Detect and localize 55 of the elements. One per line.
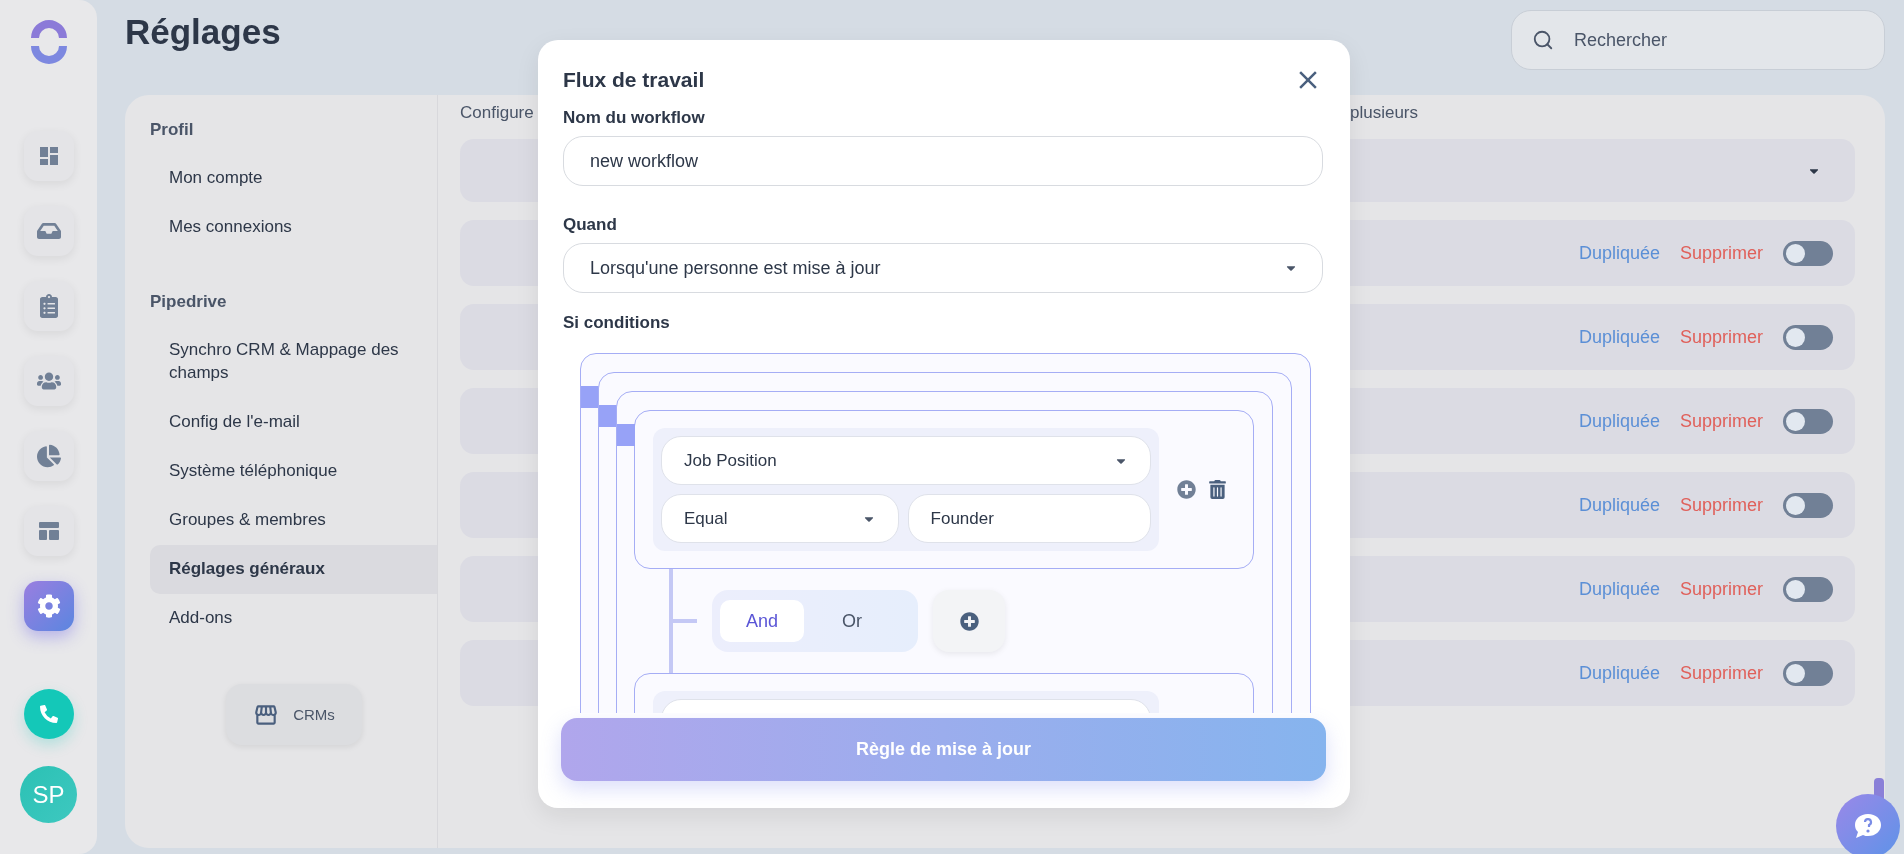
settings-nav-item[interactable]: Système téléphonique: [150, 446, 437, 496]
settings-nav-item[interactable]: Config de l'e-mail: [150, 397, 437, 447]
operator-select[interactable]: Equal: [661, 494, 899, 543]
rail-button[interactable]: [23, 281, 74, 331]
add-icon[interactable]: [1177, 480, 1196, 499]
rail-button[interactable]: [23, 206, 74, 256]
chat-help-icon: [1853, 812, 1883, 840]
toggle-switch[interactable]: [1783, 492, 1833, 518]
pie-chart-icon: [36, 444, 61, 468]
settings-nav-item[interactable]: Réglages généraux: [150, 544, 437, 594]
phone-icon: [39, 705, 58, 723]
search-field[interactable]: Rechercher: [1511, 10, 1885, 70]
trigger-select[interactable]: Lorsqu'une personne est mise à jour: [563, 243, 1323, 293]
help-button[interactable]: [1836, 794, 1900, 854]
crms-button[interactable]: CRMs: [226, 684, 362, 746]
toggle-switch[interactable]: [1783, 660, 1833, 686]
logic-option[interactable]: And: [720, 600, 804, 642]
rail-button[interactable]: [23, 581, 74, 631]
settings-nav-item[interactable]: Groupes & membres: [150, 495, 437, 545]
field-select[interactable]: Job Position: [661, 436, 1151, 485]
add-condition-button[interactable]: [933, 590, 1005, 652]
nesting-marker: [617, 424, 635, 446]
toggle-switch[interactable]: [1783, 576, 1833, 602]
page-title: Réglages: [125, 12, 281, 52]
toggle-switch[interactable]: [1783, 408, 1833, 434]
trash-icon[interactable]: [1208, 480, 1227, 499]
settings-nav-item[interactable]: Synchro CRM & Mappage des champs: [150, 325, 437, 398]
search-icon: [1532, 29, 1554, 51]
layout-icon: [36, 519, 61, 543]
settings-nav-item[interactable]: Add-ons: [150, 593, 437, 643]
search-placeholder: Rechercher: [1574, 29, 1668, 51]
dialog-title: Flux de travail: [563, 68, 705, 92]
toggle-switch[interactable]: [1783, 240, 1833, 266]
rail-button[interactable]: [23, 506, 74, 556]
value-field[interactable]: Founder: [907, 494, 1151, 543]
description-text: plusieurs: [1350, 103, 1419, 123]
toggle-switch[interactable]: [1783, 324, 1833, 350]
phone-button[interactable]: [23, 689, 74, 739]
field-label: Nom du workflow: [563, 108, 706, 128]
settings-nav-item[interactable]: Mes connexions: [150, 202, 437, 252]
rail-button[interactable]: [23, 131, 74, 181]
settings-nav-item[interactable]: Mon compte: [150, 154, 437, 203]
rail-button[interactable]: [23, 356, 74, 406]
rail-button[interactable]: [23, 431, 74, 481]
nesting-marker: [599, 405, 617, 427]
name-field[interactable]: new workflow: [563, 136, 1323, 186]
logic-option[interactable]: Or: [810, 600, 894, 642]
field-label: Quand: [563, 215, 618, 235]
settings-icon: [36, 594, 61, 618]
section-title: Profil: [150, 120, 195, 141]
field-label: Si conditions: [563, 313, 671, 333]
description-text: Configure: [460, 103, 534, 123]
section-title: Pipedrive: [150, 291, 228, 313]
add-icon: [959, 611, 979, 631]
nesting-marker: [581, 386, 599, 408]
